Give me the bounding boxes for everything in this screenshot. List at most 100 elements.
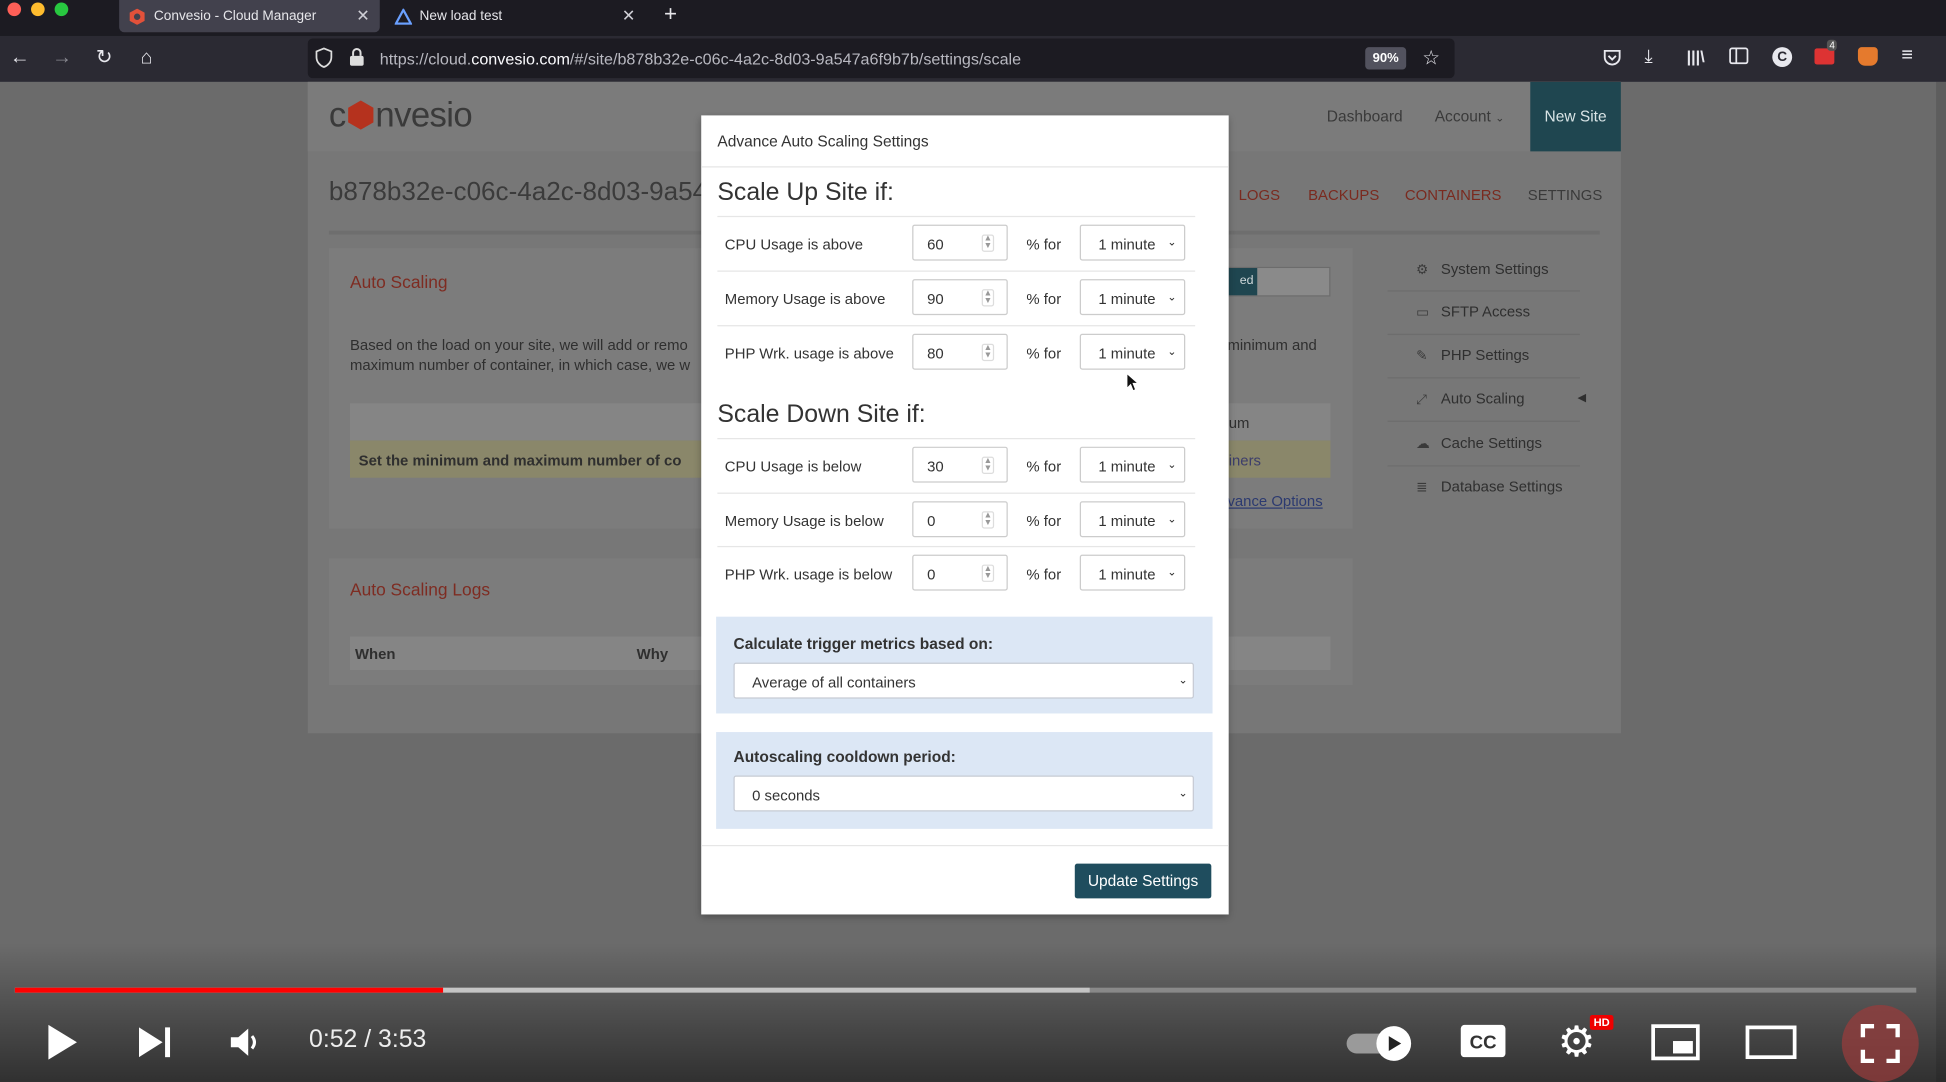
chevron-down-icon: ⌄ [1178,673,1188,687]
close-tab-icon[interactable]: ✕ [622,6,636,26]
close-tab-icon[interactable]: ✕ [356,6,370,26]
folder-icon: ▭ [1416,305,1430,321]
cpu-above-input[interactable]: 60 ▲ ▼ [912,224,1008,261]
php-above-label: PHP Wrk. usage is above [724,344,894,363]
cpu-below-label: CPU Usage is below [724,457,862,476]
tab-backups[interactable]: BACKUPS [1308,186,1379,203]
scale-up-heading: Scale Up Site if: [717,178,894,206]
shield-icon[interactable] [315,47,333,74]
memory-below-period-select[interactable]: 1 minute ⌄ [1079,501,1186,538]
edit-icon: ✎ [1416,348,1428,364]
autoplay-toggle[interactable] [1346,1026,1419,1061]
pct-for-label: % for [1026,344,1062,363]
back-icon[interactable]: ← [7,46,32,71]
sidebar-item-auto-scaling[interactable]: ⤢ Auto Scaling ◀ [1416,390,1586,409]
stepper-icon[interactable]: ▲ ▼ [981,289,995,307]
gears-icon: ⚙ [1416,263,1429,278]
cooldown-select[interactable]: 0 seconds ⌄ [733,775,1194,812]
settings-gear-icon[interactable]: ⚙ HD [1558,1014,1614,1065]
advance-options-link[interactable]: vance Options [1227,493,1322,510]
memory-above-period-select[interactable]: 1 minute ⌄ [1079,279,1186,316]
zoom-level[interactable]: 90% [1365,47,1407,70]
pct-for-label: % for [1026,290,1062,308]
stepper-icon[interactable]: ▲ ▼ [981,234,995,252]
database-icon: ≣ [1416,480,1428,496]
cooldown-box: Autoscaling cooldown period: 0 seconds ⌄ [716,732,1213,829]
reload-icon[interactable]: ↻ [92,46,117,71]
tab-new-load-test[interactable]: New load test ✕ [385,0,646,32]
divider [717,545,1196,548]
memory-above-input[interactable]: 90 ▲ ▼ [912,279,1008,316]
pct-for-label: % for [1026,565,1062,584]
account-avatar-icon[interactable]: C [1772,47,1793,68]
chevron-down-icon: ⌄ [1167,344,1177,358]
extension-badge: 4 [1826,39,1838,51]
pct-for-label: % for [1026,512,1062,530]
memory-below-input[interactable]: 0 ▲ ▼ [912,501,1008,538]
downloads-icon[interactable]: ⤓ [1644,46,1652,67]
page-scrollbar[interactable] [1936,81,1946,1082]
php-below-period-select[interactable]: 1 minute ⌄ [1079,554,1186,591]
sidebar-divider [1387,290,1580,292]
auto-scaling-toggle[interactable]: ed [1227,266,1331,297]
php-above-period-select[interactable]: 1 minute ⌄ [1079,333,1186,370]
update-settings-button[interactable]: Update Settings [1074,863,1212,899]
minimize-window-icon[interactable] [31,2,45,17]
sidebar-divider [1387,465,1580,467]
tab-containers[interactable]: CONTAINERS [1405,186,1502,203]
col-when: When [354,645,396,663]
play-icon[interactable] [46,1024,78,1061]
zoom-window-icon[interactable] [54,2,69,17]
stepper-icon[interactable]: ▲ ▼ [981,564,995,582]
stepper-icon[interactable]: ▲ ▼ [981,456,995,474]
address-bar[interactable]: https://cloud.convesio.com/#/site/b878b3… [307,38,1455,79]
fullscreen-button[interactable] [1841,1005,1919,1082]
nav-account[interactable]: Account ⌄ [1435,108,1505,125]
cpu-above-label: CPU Usage is above [724,235,864,254]
expand-arrows-icon: ⤢ [1416,392,1428,407]
tab-convesio[interactable]: Convesio - Cloud Manager ✕ [119,0,380,33]
logs-title: Auto Scaling Logs [349,579,491,600]
home-icon[interactable]: ⌂ [134,46,159,71]
tab-logs[interactable]: LOGS [1239,186,1280,203]
cpu-below-input[interactable]: 30 ▲ ▼ [912,446,1008,483]
bookmark-star-icon[interactable]: ☆ [1422,46,1440,71]
modal-header: Advance Auto Scaling Settings [701,115,1229,168]
progress-bar[interactable] [14,987,1917,993]
php-above-input[interactable]: 80 ▲ ▼ [912,333,1008,370]
volume-icon[interactable] [228,1025,263,1060]
menu-icon[interactable]: ≡ [1901,45,1913,67]
sidebar-item-cache-settings[interactable]: ☁ Cache Settings [1416,434,1542,451]
close-window-icon[interactable] [7,2,22,17]
cpu-below-period-select[interactable]: 1 minute ⌄ [1079,446,1186,483]
library-icon[interactable]: |||\ [1687,47,1705,66]
theater-mode-icon[interactable] [1745,1022,1797,1062]
calc-metrics-select[interactable]: Average of all containers ⌄ [733,662,1194,699]
php-below-input[interactable]: 0 ▲ ▼ [912,554,1008,591]
sidebar-item-php-settings[interactable]: ✎ PHP Settings [1416,346,1529,363]
fox-extension-icon[interactable] [1857,47,1878,66]
tab-settings[interactable]: SETTINGS [1528,186,1602,203]
new-tab-icon[interactable]: + [664,1,677,27]
lock-icon[interactable] [349,47,365,73]
divider [717,438,1196,440]
pocket-icon[interactable] [1602,47,1622,73]
miniplayer-icon[interactable] [1651,1022,1701,1062]
stepper-icon[interactable]: ▲ ▼ [981,511,995,529]
sidebar-toggle-icon[interactable] [1729,47,1749,71]
cpu-above-period-select[interactable]: 1 minute ⌄ [1079,224,1186,261]
sidebar-item-sftp-access[interactable]: ▭ SFTP Access [1416,303,1530,320]
notice-link[interactable]: iners [1229,452,1261,469]
nav-dashboard[interactable]: Dashboard [1327,108,1403,125]
sidebar-item-database-settings[interactable]: ≣ Database Settings [1416,478,1563,495]
next-icon[interactable] [138,1025,173,1060]
chevron-down-icon: ⌄ [1167,512,1177,525]
divider [717,270,1196,272]
new-site-button[interactable]: New Site [1530,81,1621,152]
chevron-down-icon: ⌄ [1167,290,1177,303]
sidebar-item-system-settings[interactable]: ⚙ System Settings [1416,261,1548,278]
captions-icon[interactable]: CC [1460,1022,1507,1059]
forward-icon[interactable]: → [50,46,75,71]
stepper-icon[interactable]: ▲ ▼ [981,343,995,362]
toggle-label: ed [1228,268,1258,296]
